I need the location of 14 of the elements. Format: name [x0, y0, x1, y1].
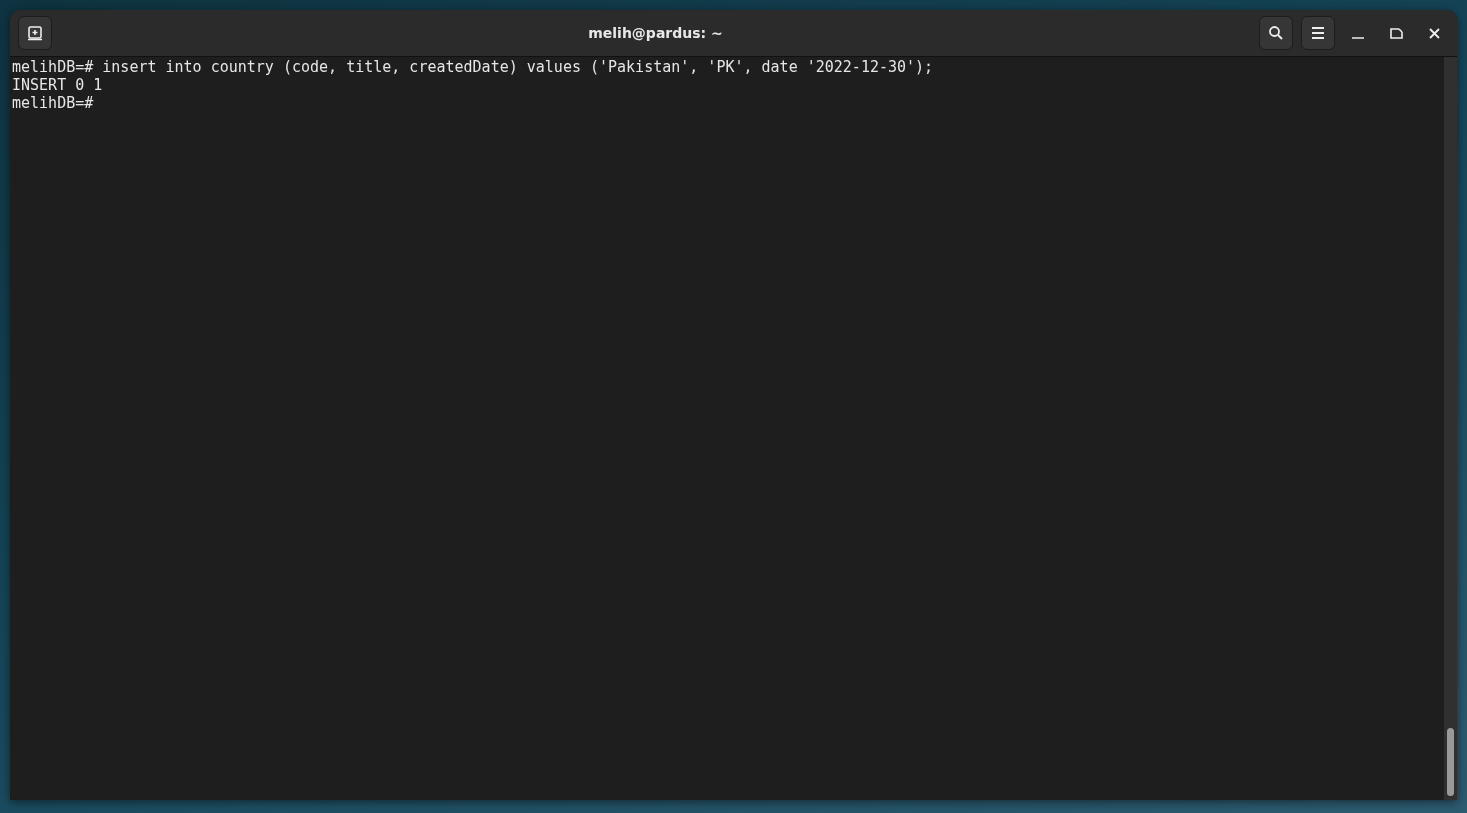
menu-icon: [1311, 26, 1325, 40]
terminal-line: INSERT 0 1: [12, 76, 103, 94]
minimize-icon: [1352, 37, 1364, 39]
terminal-line: melihDB=# insert into country (code, title, createdDate) values ('Pakistan', 'PK', date '2022-12-30');: [12, 58, 934, 76]
scrollbar-thumb[interactable]: [1447, 728, 1454, 796]
menu-button[interactable]: [1301, 16, 1335, 50]
terminal-line: melihDB=#: [12, 94, 94, 112]
close-icon: [1428, 27, 1440, 39]
window-title: melih@pardus: ~: [587, 25, 724, 41]
restore-icon: [1389, 27, 1403, 39]
new-tab-button[interactable]: [18, 16, 52, 50]
new-tab-icon: [27, 25, 43, 41]
search-icon: [1268, 25, 1284, 41]
search-button[interactable]: [1259, 16, 1293, 50]
